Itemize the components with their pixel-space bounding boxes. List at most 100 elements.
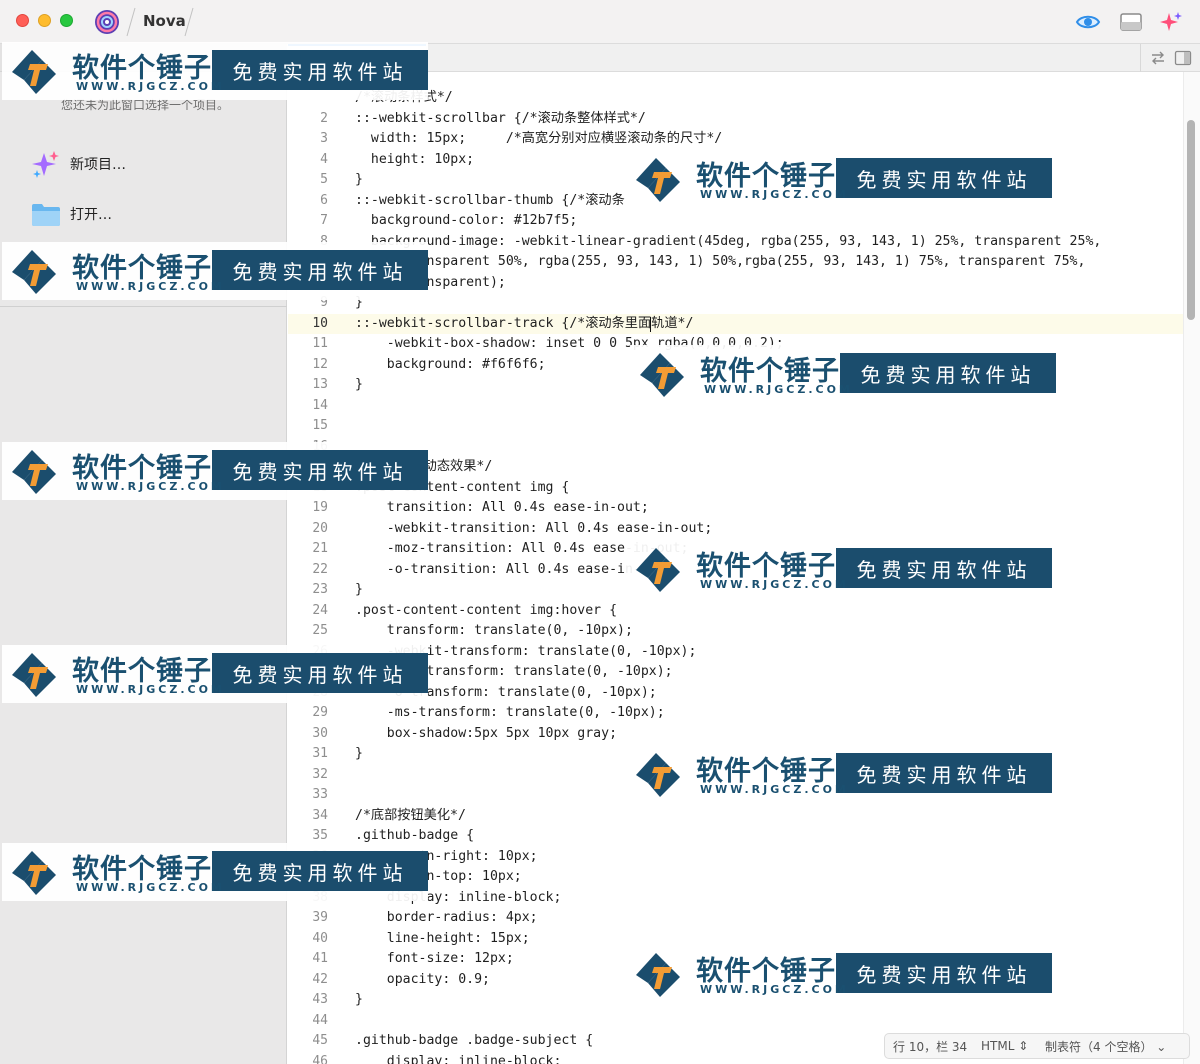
- line-number: 39: [312, 910, 328, 925]
- watermark-banner: 软件个锤子 WWW.RJGCZ.COM 免费实用软件站: [2, 42, 428, 100]
- code-line[interactable]: 19 transition: All 0.4s ease-in-out;: [288, 498, 1183, 519]
- line-number: 31: [312, 746, 328, 761]
- status-bar: 行 10，栏 34 HTML ⇕ 制表符（4 个空格） ⌄: [884, 1033, 1190, 1059]
- code-text: box-shadow:5px 5px 10px gray;: [355, 725, 618, 741]
- line-number: 3: [320, 131, 328, 146]
- nova-app-icon[interactable]: [94, 9, 120, 35]
- line-number: 45: [312, 1033, 328, 1048]
- line-number: 43: [312, 992, 328, 1007]
- watermark-logo-icon: [12, 250, 56, 294]
- watermark-slogan: 免费实用软件站: [212, 250, 428, 290]
- watermark-banner: 软件个锤子 WWW.RJGCZ.COM 免费实用软件站: [626, 150, 1052, 208]
- path-separator-icon: [126, 7, 136, 37]
- watermark-url: WWW.RJGCZ.COM: [76, 480, 225, 493]
- zoom-window-button[interactable]: [60, 14, 73, 27]
- scrollbar-thumb[interactable]: [1187, 120, 1195, 320]
- watermark-banner: 软件个锤子 WWW.RJGCZ.COM 免费实用软件站: [626, 745, 1052, 803]
- watermark-logo-icon: [12, 851, 56, 895]
- minimize-window-button[interactable]: [38, 14, 51, 27]
- code-line[interactable]: 20 -webkit-transition: All 0.4s ease-in-…: [288, 519, 1183, 540]
- watermark-url: WWW.RJGCZ.COM: [704, 383, 853, 396]
- line-number: 30: [312, 725, 328, 741]
- watermark-logo-icon: [640, 353, 684, 397]
- swap-arrows-icon[interactable]: [1149, 50, 1167, 66]
- syntax-selector[interactable]: HTML ⇕: [981, 1039, 1045, 1053]
- close-window-button[interactable]: [16, 14, 29, 27]
- watermark-text-block: 软件个锤子 WWW.RJGCZ.COM: [66, 843, 222, 901]
- watermark-url: WWW.RJGCZ.COM: [76, 80, 225, 93]
- watermark-url: WWW.RJGCZ.COM: [700, 983, 849, 996]
- watermark-url: WWW.RJGCZ.COM: [700, 188, 849, 201]
- code-line[interactable]: 29 -ms-transform: translate(0, -10px);: [288, 703, 1183, 724]
- watermark-text-block: 软件个锤子 WWW.RJGCZ.COM: [690, 540, 846, 598]
- preview-eye-icon[interactable]: [1075, 10, 1101, 34]
- code-line[interactable]: 39 border-radius: 4px;: [288, 908, 1183, 929]
- watermark-logo-icon: [636, 548, 680, 592]
- watermark-banner: 软件个锤子 WWW.RJGCZ.COM 免费实用软件站: [2, 645, 428, 703]
- sparkle-add-icon[interactable]: [1158, 10, 1184, 34]
- watermark-text-block: 软件个锤子 WWW.RJGCZ.COM: [690, 945, 846, 1003]
- code-text: width: 15px; /*高宽分别对应横竖滚动条的尺寸*/: [355, 131, 723, 146]
- code-line[interactable]: 44: [288, 1011, 1183, 1032]
- line-number: 29: [312, 705, 328, 720]
- watermark-logo-icon: [12, 50, 56, 94]
- watermark-banner: 软件个锤子 WWW.RJGCZ.COM 免费实用软件站: [626, 540, 1052, 598]
- code-text: -o-transition: All 0.4s ease-in-out;: [355, 561, 673, 577]
- line-number: 32: [312, 766, 328, 782]
- line-number: 12: [312, 356, 328, 372]
- cursor-position[interactable]: 行 10，栏 34: [893, 1038, 981, 1055]
- split-view-icon[interactable]: [1174, 50, 1192, 66]
- watermark-text-block: 软件个锤子 WWW.RJGCZ.COM: [690, 745, 846, 803]
- sidebar-toggle-icon[interactable]: [1118, 10, 1144, 34]
- line-number: 46: [312, 1053, 328, 1064]
- line-number: 22: [312, 561, 328, 577]
- code-text: ::-webkit-scrollbar-thumb {/*滚动条: [355, 192, 625, 208]
- line-number: 42: [312, 971, 328, 987]
- line-number: 4: [320, 151, 328, 167]
- code-text: transition: All 0.4s ease-in-out;: [355, 500, 649, 515]
- line-number: 44: [312, 1012, 328, 1028]
- line-number: 10: [312, 315, 328, 331]
- watermark-banner: 软件个锤子 WWW.RJGCZ.COM 免费实用软件站: [2, 843, 428, 901]
- watermark-slogan: 免费实用软件站: [836, 953, 1052, 993]
- tab-bar-separator: [1140, 44, 1141, 72]
- code-text: background-image: -webkit-linear-gradien…: [355, 233, 1102, 249]
- indentation-label: 制表符（4 个空格）: [1045, 1039, 1153, 1054]
- code-line[interactable]: 34 /*底部按钮美化*/: [288, 806, 1183, 827]
- project-title[interactable]: Nova: [143, 12, 186, 30]
- code-text: border-radius: 4px;: [355, 910, 538, 925]
- new-project-label: 新项目…: [70, 157, 126, 173]
- code-line[interactable]: 3 width: 15px; /*高宽分别对应横竖滚动条的尺寸*/: [288, 129, 1183, 150]
- code-text: .post-content-content img:hover {: [355, 602, 618, 618]
- code-line[interactable]: 2::-webkit-scrollbar {/*滚动条整体样式*/: [288, 109, 1183, 130]
- line-number: 24: [312, 602, 328, 618]
- code-line[interactable]: 24 .post-content-content img:hover {: [288, 601, 1183, 622]
- code-line[interactable]: 30 box-shadow:5px 5px 10px gray;: [288, 724, 1183, 745]
- watermark-logo-icon: [636, 158, 680, 202]
- watermark-slogan: 免费实用软件站: [212, 450, 428, 490]
- line-number: 34: [312, 807, 328, 823]
- watermark-slogan: 免费实用软件站: [212, 851, 428, 891]
- code-text: line-height: 15px;: [355, 930, 530, 946]
- watermark-logo-icon: [636, 753, 680, 797]
- code-text: background: #f6f6f6;: [355, 356, 546, 372]
- code-line[interactable]: 10::-webkit-scrollbar-track {/*滚动条里面轨道*/: [288, 313, 1183, 334]
- watermark-slogan: 免费实用软件站: [212, 653, 428, 693]
- open-button[interactable]: 打开…: [30, 198, 112, 230]
- code-text: }: [355, 377, 363, 392]
- title-bar: Nova: [0, 0, 1200, 44]
- code-text: }: [355, 992, 363, 1007]
- new-project-button[interactable]: 新项目…: [30, 148, 126, 180]
- watermark-text-block: 软件个锤子 WWW.RJGCZ.COM: [694, 345, 850, 403]
- watermark-text-block: 软件个锤子 WWW.RJGCZ.COM: [66, 42, 222, 100]
- line-number: 13: [312, 377, 328, 392]
- code-line[interactable]: 15: [288, 416, 1183, 437]
- watermark-text-block: 软件个锤子 WWW.RJGCZ.COM: [66, 442, 222, 500]
- indentation-selector[interactable]: 制表符（4 个空格） ⌄: [1045, 1038, 1185, 1055]
- updown-chevron-icon: ⇕: [1014, 1039, 1029, 1053]
- line-number: 40: [312, 930, 328, 946]
- code-line[interactable]: 25 transform: translate(0, -10px);: [288, 621, 1183, 642]
- code-text: /*底部按钮美化*/: [355, 807, 466, 823]
- code-text: transform: translate(0, -10px);: [355, 623, 633, 638]
- code-line[interactable]: 7 background-color: #12b7f5;: [288, 211, 1183, 232]
